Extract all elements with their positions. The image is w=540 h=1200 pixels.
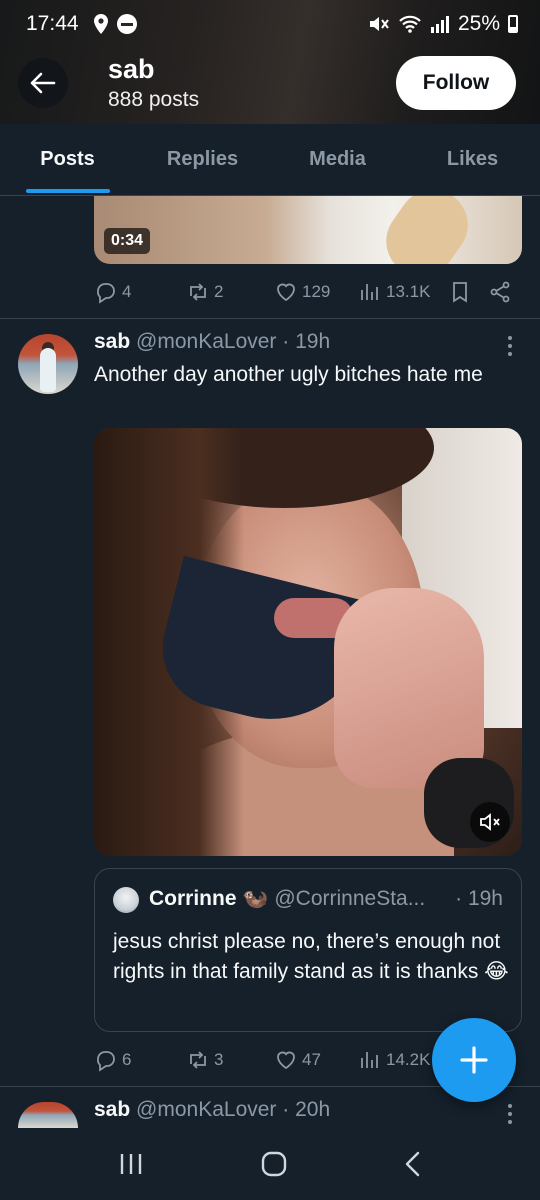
tweet-time: · 20h xyxy=(282,1098,331,1121)
video-mute-button[interactable] xyxy=(470,802,510,842)
reply-count: 4 xyxy=(122,282,132,301)
profile-tabs: Posts Replies Media Likes xyxy=(0,124,540,196)
like-button[interactable]: 47 xyxy=(274,1048,321,1072)
arrow-left-icon xyxy=(30,72,56,94)
post-count: 888 posts xyxy=(108,88,200,111)
reply-icon xyxy=(97,1051,115,1072)
profile-name: sab xyxy=(108,54,155,84)
profile-title-block: sab 888 posts xyxy=(108,52,199,114)
more-options-button[interactable] xyxy=(508,336,514,356)
author-handle[interactable]: @monKaLover xyxy=(136,330,276,353)
previous-tweet-video[interactable]: 0:34 xyxy=(94,196,522,264)
more-options-button[interactable] xyxy=(508,1104,514,1124)
heart-icon xyxy=(277,283,295,302)
quoted-avatar xyxy=(113,887,139,913)
battery-icon xyxy=(508,15,518,33)
mute-status-icon xyxy=(369,17,389,31)
quoted-author-name: Corrinne 🦦 xyxy=(149,887,269,910)
views-icon xyxy=(361,1052,378,1068)
tab-likes[interactable]: Likes xyxy=(405,124,540,195)
views-button[interactable]: 14.2K xyxy=(358,1048,430,1072)
repost-count: 2 xyxy=(214,282,224,301)
heart-icon xyxy=(277,1051,295,1070)
tab-media[interactable]: Media xyxy=(270,124,405,195)
quoted-text: jesus christ please no, there’s enough n… xyxy=(113,930,509,983)
system-nav-bar xyxy=(0,1128,540,1200)
bookmark-icon xyxy=(453,282,467,303)
status-bar: 17:44 25% xyxy=(0,0,540,48)
like-count: 47 xyxy=(302,1050,321,1069)
reply-button[interactable]: 6 xyxy=(94,1048,131,1072)
compose-button[interactable] xyxy=(432,1018,516,1102)
plus-icon xyxy=(460,1046,488,1074)
wifi-icon xyxy=(399,15,421,33)
recent-apps-icon[interactable] xyxy=(118,1152,144,1176)
signal-icon xyxy=(430,16,449,33)
previous-tweet-actions: 4 2 129 13.1K xyxy=(94,276,514,308)
repost-count: 3 xyxy=(214,1050,224,1069)
quoted-time: · 19h xyxy=(455,887,503,910)
back-button[interactable] xyxy=(18,58,68,108)
location-icon xyxy=(93,14,108,34)
tab-posts[interactable]: Posts xyxy=(0,124,135,195)
repost-button[interactable]: 3 xyxy=(186,1048,223,1072)
battery-percent: 25% xyxy=(457,12,500,35)
tweet-divider xyxy=(0,318,540,319)
share-icon xyxy=(490,281,510,303)
like-button[interactable]: 129 xyxy=(274,280,330,304)
do-not-disturb-icon xyxy=(116,14,137,34)
avatar[interactable] xyxy=(18,1102,78,1128)
view-count: 13.1K xyxy=(386,282,431,301)
views-button[interactable]: 13.1K xyxy=(358,280,430,304)
reply-button[interactable]: 4 xyxy=(94,280,131,304)
video-duration-badge: 0:34 xyxy=(104,228,151,254)
back-nav-icon[interactable] xyxy=(404,1151,422,1177)
tweet-text: Another day another ugly bitches hate me xyxy=(94,363,483,386)
views-icon xyxy=(361,284,378,300)
status-time: 17:44 xyxy=(26,12,79,35)
quoted-author-handle: @CorrinneSta... xyxy=(274,887,426,910)
author-handle[interactable]: @monKaLover xyxy=(136,1098,276,1121)
avatar[interactable] xyxy=(18,334,78,394)
tweet-header: sab @monKaLover · 19h xyxy=(94,330,330,354)
repost-button[interactable]: 2 xyxy=(186,280,223,304)
tweet-video[interactable] xyxy=(94,428,522,856)
avatar-figure xyxy=(40,348,56,392)
quoted-tweet[interactable]: Corrinne 🦦 @CorrinneSta... · 19h jesus c… xyxy=(94,868,522,1032)
video-frame-detail xyxy=(372,196,482,264)
like-count: 129 xyxy=(302,282,331,301)
next-tweet-header: sab @monKaLover · 20h xyxy=(94,1098,330,1122)
reply-icon xyxy=(97,283,115,304)
tab-replies[interactable]: Replies xyxy=(135,124,270,195)
volume-muted-icon xyxy=(480,813,500,831)
follow-button[interactable]: Follow xyxy=(396,56,516,110)
author-name[interactable]: sab xyxy=(94,1098,130,1121)
reply-count: 6 xyxy=(122,1050,132,1069)
author-name[interactable]: sab xyxy=(94,330,130,353)
share-button[interactable] xyxy=(488,280,512,304)
tweet-time: · 19h xyxy=(282,330,331,353)
view-count: 14.2K xyxy=(386,1050,431,1069)
home-icon[interactable] xyxy=(261,1151,287,1177)
profile-header: sab 888 posts Follow xyxy=(0,48,540,124)
bookmark-button[interactable] xyxy=(448,280,472,304)
repost-icon xyxy=(190,1051,206,1069)
repost-icon xyxy=(190,283,206,301)
